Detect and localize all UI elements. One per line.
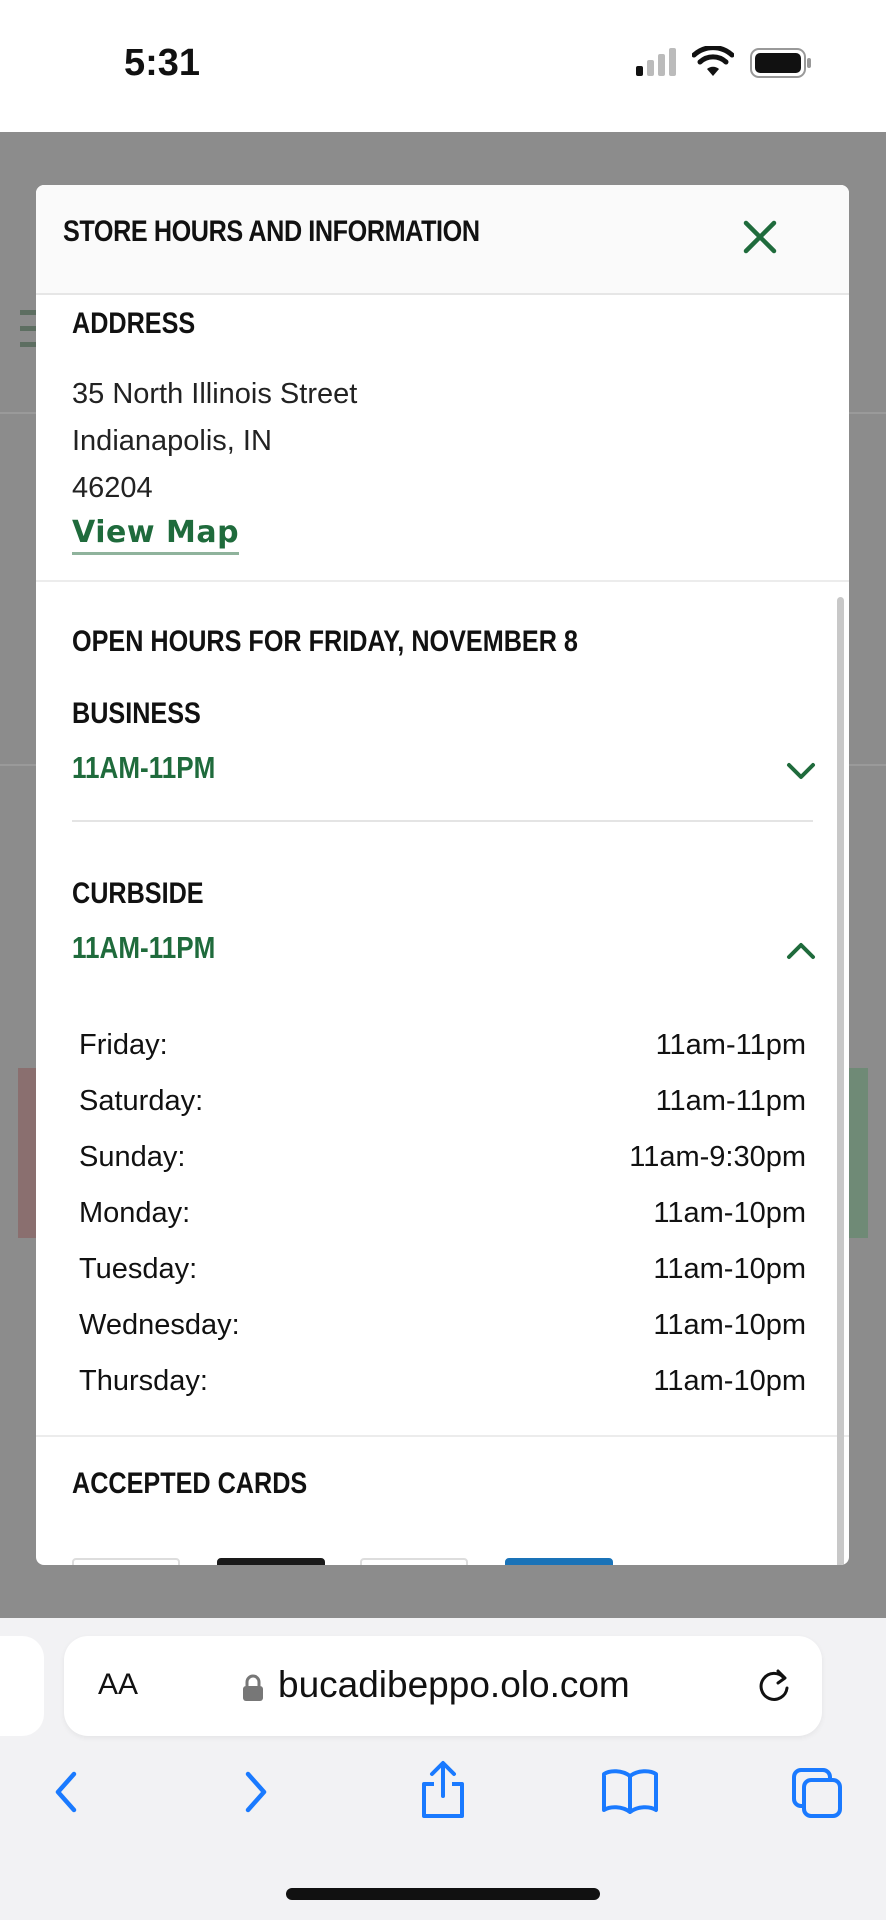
wifi-icon [692,46,734,76]
schedule-hours: 11am-11pm [655,1029,806,1061]
chevron-up-icon[interactable] [783,939,819,963]
schedule-hours: 11am-10pm [653,1365,806,1397]
hours-divider [72,820,813,822]
modal-header: Store Hours and Information [36,185,849,295]
schedule-row: Monday: 11am-10pm [79,1197,806,1241]
schedule-day: Friday: [79,1029,168,1061]
schedule-hours: 11am-9:30pm [629,1141,806,1173]
section-divider [36,1435,849,1437]
address-city-state: Indianapolis, IN [72,425,272,457]
reload-icon[interactable] [754,1666,794,1706]
bookmarks-icon[interactable] [600,1766,660,1816]
store-hours-modal: Store Hours and Information Address 35 N… [36,185,849,1565]
open-hours-heading: Open hours for Friday, November 8 [72,625,578,658]
mastercard-card-logo [217,1558,325,1565]
schedule-day: Saturday: [79,1085,204,1117]
lock-icon [243,1674,263,1701]
schedule-day: Tuesday: [79,1253,198,1285]
address-street: 35 North Illinois Street [72,378,358,410]
schedule-hours: 11am-10pm [653,1197,806,1229]
schedule-day: Wednesday: [79,1309,240,1341]
chevron-down-icon[interactable] [783,759,819,783]
schedule-day: Thursday: [79,1365,208,1397]
modal-scrollbar[interactable] [837,597,844,1565]
curbside-label: Curbside [72,877,204,910]
status-bar: 5:31 [0,0,886,132]
address-bar[interactable]: AA bucadibeppo.olo.com [64,1636,822,1736]
schedule-row: Tuesday: 11am-10pm [79,1253,806,1297]
address-heading: Address [72,307,196,340]
schedule-day: Monday: [79,1197,191,1229]
url-text[interactable]: bucadibeppo.olo.com [278,1664,630,1706]
schedule-row: Friday: 11am-11pm [79,1029,806,1073]
section-divider [36,580,849,582]
backdrop-banner [18,1068,38,1238]
share-icon[interactable] [418,1758,468,1822]
schedule-hours: 11am-10pm [653,1309,806,1341]
schedule-row: Wednesday: 11am-10pm [79,1309,806,1353]
schedule-day: Sunday: [79,1141,186,1173]
text-size-button[interactable]: AA [98,1668,138,1702]
schedule-row: Saturday: 11am-11pm [79,1085,806,1129]
forward-icon[interactable] [236,1764,276,1820]
back-icon[interactable] [46,1764,86,1820]
curbside-hours[interactable]: 11AM-11PM [72,930,215,966]
backdrop-banner-right [848,1068,868,1238]
modal-body[interactable]: Address 35 North Illinois Street Indiana… [36,295,849,1565]
schedule-hours: 11am-11pm [655,1085,806,1117]
browser-toolbar: AA bucadibeppo.olo.com [0,1618,886,1920]
home-indicator[interactable] [286,1888,600,1900]
accepted-cards-heading: Accepted Cards [72,1467,308,1500]
cellular-signal-icon [636,48,676,76]
tabs-icon[interactable] [790,1766,846,1820]
schedule-hours: 11am-10pm [653,1253,806,1285]
battery-icon [750,48,811,78]
business-hours[interactable]: 11AM-11PM [72,750,215,786]
visa-card-logo [72,1558,180,1565]
previous-tab-preview[interactable] [0,1636,44,1736]
modal-title: Store Hours and Information [63,215,480,248]
schedule-row: Sunday: 11am-9:30pm [79,1141,806,1185]
view-map-link[interactable]: View Map [72,515,240,555]
discover-card-logo [360,1558,468,1565]
close-icon[interactable] [738,215,782,259]
amex-card-logo [505,1558,613,1565]
address-zip: 46204 [72,472,153,504]
schedule-row: Thursday: 11am-10pm [79,1365,806,1409]
business-label: Business [72,697,201,730]
mastercard-icon [219,1560,323,1565]
status-time: 5:31 [124,42,201,84]
